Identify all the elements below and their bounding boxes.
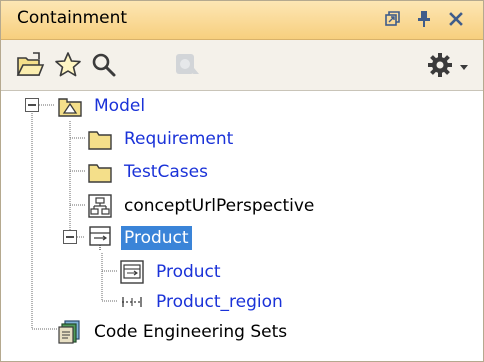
gear-icon[interactable] [425,50,455,80]
pin-icon[interactable] [413,8,435,30]
star-icon[interactable] [53,50,83,80]
diagram-icon [88,194,112,218]
tree-node-label: Code Engineering Sets [94,322,288,342]
collapse-icon[interactable] [25,98,39,112]
code-sets-icon [58,320,80,344]
region-icon [122,297,142,307]
refresh-icon [176,54,199,74]
close-icon[interactable] [445,8,467,30]
containment-tree: Model Requirement TestCases conceptUrlPe… [1,91,483,361]
panel-title: Containment [17,8,128,28]
tree-node-label: Product [121,226,192,250]
folder-icon [88,131,112,150]
search-icon[interactable] [89,50,119,80]
tree-node-label: Model [94,96,146,116]
open-folder-icon[interactable] [15,50,45,80]
tree-node-label: TestCases [124,162,208,182]
panel-titlebar: Containment [1,1,483,40]
dropdown-arrow-icon[interactable] [457,50,471,80]
package-icon [58,98,82,117]
tree-node-label: Product_region [156,292,283,312]
block-diagram-icon [120,260,144,284]
collapse-icon[interactable] [63,230,77,244]
tree-node-label: Product [156,262,221,282]
tree-node-label: conceptUrlPerspective [124,196,315,216]
block-icon [89,226,111,250]
panel-toolbar [1,40,483,91]
tree-node-label: Requirement [124,129,234,149]
restore-icon[interactable] [381,8,403,30]
folder-icon [88,164,112,183]
containment-panel: Containment Model Requirement TestCases … [0,0,484,362]
